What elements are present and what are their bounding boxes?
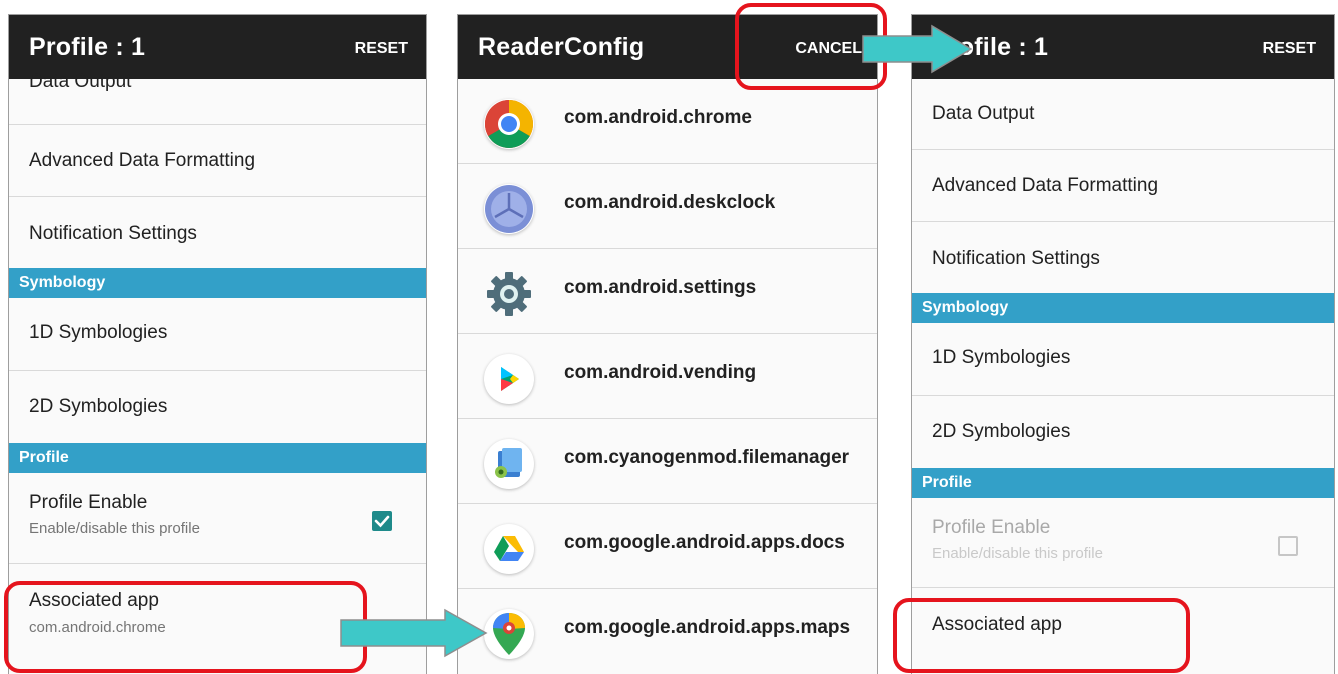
item-label: Profile Enable [932,517,1051,538]
item-label: Notification Settings [932,248,1100,269]
arrow-right-icon [862,24,973,74]
profile-enable-checkbox[interactable] [1278,536,1298,556]
list-item-notification-settings[interactable]: Notification Settings [9,197,426,268]
play-store-icon [484,354,534,404]
highlight-associated-app-updated [893,598,1190,673]
item-label: 2D Symbologies [29,396,168,417]
screen-app-picker: ReaderConfig CANCEL com.android.chrome c… [457,14,878,674]
highlight-associated-app [4,581,367,673]
reset-button[interactable]: RESET [1263,40,1316,58]
category-header-profile: Profile [912,468,1334,498]
list-item-2d-symbologies[interactable]: 2D Symbologies [9,371,426,443]
item-label: Advanced Data Formatting [29,150,256,171]
item-summary: Enable/disable this profile [29,520,200,537]
item-label: 1D Symbologies [29,322,168,343]
dialog-title: ReaderConfig [478,33,645,61]
settings-list: Data Output Advanced Data Formatting Not… [9,71,426,659]
item-label: 1D Symbologies [932,347,1071,368]
list-item[interactable]: com.google.android.apps.docs [458,504,877,589]
list-item-data-output[interactable]: Data Output [912,79,1334,150]
screen-profile-settings: Profile : 1 RESET Data Output Advanced D… [8,14,427,674]
app-name: com.android.settings [564,277,757,298]
list-item-1d-symbologies[interactable]: 1D Symbologies [9,298,426,371]
profile-enable-checkbox[interactable] [372,511,392,531]
app-name: com.google.android.apps.maps [564,617,851,638]
screen-profile-settings-updated: Profile : 1 RESET Data Output Advanced D… [911,14,1335,674]
app-bar: Profile : 1 RESET [912,15,1334,79]
app-list: com.android.chrome com.android.deskclock [458,79,877,674]
list-item-profile-enable[interactable]: Profile Enable Enable/disable this profi… [912,498,1334,588]
reset-button[interactable]: RESET [355,40,408,58]
item-label: Profile Enable [29,492,148,513]
list-item-advanced-data-formatting[interactable]: Advanced Data Formatting [9,125,426,197]
deskclock-icon [484,184,534,234]
checkmark-icon [374,515,390,528]
category-header-symbology: Symbology [912,293,1334,323]
list-item-1d-symbologies[interactable]: 1D Symbologies [912,323,1334,396]
app-name: com.android.deskclock [564,192,776,213]
list-item[interactable]: com.android.chrome [458,79,877,164]
list-item[interactable]: com.android.settings [458,249,877,334]
file-manager-icon [484,439,534,489]
list-item-notification-settings[interactable]: Notification Settings [912,222,1334,293]
list-item-2d-symbologies[interactable]: 2D Symbologies [912,396,1334,468]
chrome-icon [484,99,534,149]
list-item[interactable]: com.cyanogenmod.filemanager [458,419,877,504]
google-drive-icon [484,524,534,574]
item-label: 2D Symbologies [932,421,1071,442]
category-header-symbology: Symbology [9,268,426,298]
list-item-advanced-data-formatting[interactable]: Advanced Data Formatting [912,150,1334,222]
settings-list: Data Output Advanced Data Formatting Not… [912,79,1334,668]
list-item[interactable]: com.android.vending [458,334,877,419]
list-item[interactable]: com.google.android.apps.maps [458,589,877,674]
item-label: Data Output [932,103,1035,124]
page-title: Profile : 1 [29,33,146,61]
settings-gear-icon [484,269,534,319]
app-name: com.android.chrome [564,107,752,128]
app-name: com.google.android.apps.docs [564,532,845,553]
category-header-profile: Profile [9,443,426,473]
app-name: com.cyanogenmod.filemanager [564,447,850,468]
list-item-data-output[interactable]: Data Output [9,71,426,125]
app-name: com.android.vending [564,362,757,383]
app-bar: Profile : 1 RESET [9,15,426,79]
item-label: Notification Settings [29,223,197,244]
list-item[interactable]: com.android.deskclock [458,164,877,249]
google-maps-icon [484,609,534,659]
item-label: Data Output [29,71,132,92]
list-item-profile-enable[interactable]: Profile Enable Enable/disable this profi… [9,473,426,564]
item-label: Advanced Data Formatting [932,175,1159,196]
item-summary: Enable/disable this profile [932,545,1103,562]
arrow-right-icon [340,608,488,658]
